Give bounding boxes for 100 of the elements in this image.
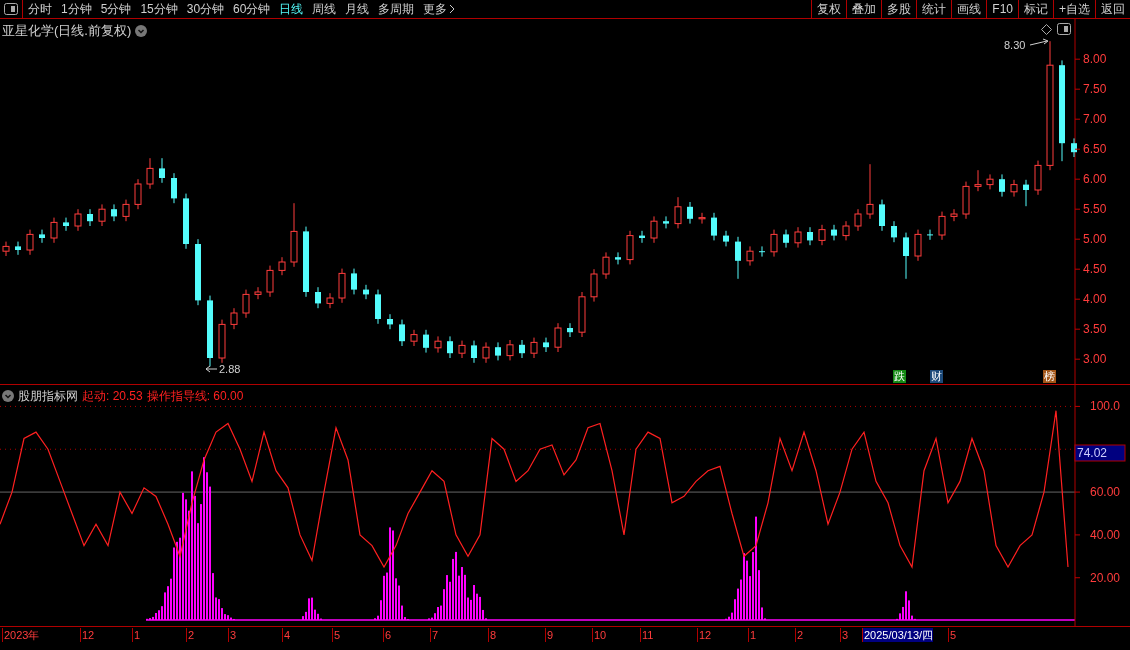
date-label: 12	[697, 628, 712, 642]
period-tab[interactable]: 日线	[279, 0, 304, 18]
event-badge[interactable]: 榜	[1043, 370, 1056, 383]
axis-label: 6.00	[1083, 172, 1107, 187]
candlestick	[50, 217, 58, 244]
indicator-reading: 操作指导线: 60.00	[146, 388, 244, 405]
candlestick	[387, 313, 393, 330]
candlestick	[146, 157, 154, 190]
period-tab[interactable]: 分时	[28, 0, 52, 18]
candlestick	[471, 340, 477, 364]
candlestick	[999, 173, 1005, 198]
date-label: 9	[545, 628, 554, 642]
candlestick	[230, 307, 238, 330]
candlestick	[26, 229, 34, 256]
candlestick	[519, 339, 525, 359]
date-label: 1	[132, 628, 141, 642]
date-label: 1	[748, 628, 757, 642]
candlestick	[278, 256, 286, 276]
axis-label: 5.00	[1083, 232, 1107, 247]
current-value-label: 74.02	[1074, 444, 1126, 462]
date-label: 3	[228, 628, 237, 642]
candlestick	[447, 335, 453, 359]
candlestick	[674, 196, 682, 229]
candlestick	[914, 229, 922, 262]
period-tab[interactable]: 30分钟	[186, 0, 225, 18]
candlestick	[98, 203, 106, 227]
candlestick	[842, 220, 850, 241]
date-label: 3	[840, 628, 849, 642]
candlestick	[254, 286, 262, 300]
candlestick	[770, 229, 778, 258]
date-label: 4	[282, 628, 291, 642]
indicator-name: 股朋指标网	[18, 388, 78, 405]
candlestick	[351, 268, 357, 295]
price-label: 8.30	[1004, 39, 1026, 51]
candlestick	[938, 211, 946, 241]
date-label: 11	[640, 628, 654, 642]
dropdown-icon[interactable]	[135, 24, 148, 37]
candlestick	[15, 241, 21, 256]
event-badge[interactable]: 跌	[893, 370, 906, 383]
candlestick	[134, 178, 142, 210]
candlestick	[242, 289, 250, 319]
candlestick	[854, 208, 862, 232]
axis-label: 8.00	[1083, 52, 1107, 67]
candlestick	[711, 212, 717, 241]
candlestick	[266, 265, 274, 298]
toolbar-button[interactable]: 返回	[1095, 0, 1130, 18]
panel-toggle-icon[interactable]	[1057, 23, 1071, 35]
period-tab[interactable]: 更多	[423, 0, 456, 18]
candlestick	[650, 215, 658, 244]
candlestick	[927, 229, 933, 241]
event-badge[interactable]: 财	[930, 370, 943, 383]
axis-label: 7.00	[1083, 112, 1107, 127]
candlestick	[831, 224, 837, 241]
period-tab[interactable]: 1分钟	[61, 0, 92, 18]
axis-label: 4.00	[1083, 292, 1107, 307]
leader-line	[205, 365, 218, 373]
axis-label: 3.50	[1083, 322, 1107, 337]
candlestick	[698, 212, 706, 225]
dropdown-icon[interactable]	[2, 390, 14, 402]
candlestick	[903, 232, 909, 280]
period-tab[interactable]: 周线	[312, 0, 337, 18]
toolbar-button[interactable]: 复权	[811, 0, 847, 18]
toolbar-button[interactable]: 标记	[1018, 0, 1053, 18]
period-tab[interactable]: 15分钟	[140, 0, 178, 18]
candlestick	[1023, 179, 1029, 207]
axis-label: 60.00	[1090, 485, 1121, 500]
toolbar-button[interactable]: 多股	[881, 0, 917, 18]
candlestick	[663, 215, 669, 229]
panel-toggle-icon[interactable]	[4, 3, 18, 15]
period-tab[interactable]: 5分钟	[100, 0, 132, 18]
period-tab[interactable]: 多周期	[378, 0, 415, 18]
date-label: 2	[186, 628, 195, 642]
candlestick	[567, 322, 573, 338]
period-tab[interactable]: 月线	[345, 0, 370, 18]
date-label: 10	[592, 628, 607, 642]
candlestick	[39, 229, 45, 244]
axis-label: 4.50	[1083, 262, 1107, 277]
candlestick	[759, 245, 765, 258]
toolbar-button[interactable]: 叠加	[846, 0, 882, 18]
diamond-icon[interactable]	[1041, 23, 1052, 35]
candlestick	[735, 236, 741, 280]
period-tab[interactable]: 60分钟	[233, 0, 271, 18]
toolbar-button[interactable]: 统计	[916, 0, 952, 18]
toolbar-button[interactable]: +自选	[1053, 0, 1095, 18]
candlestick	[1010, 179, 1018, 198]
chart-title: 亚星化学(日线.前复权)	[2, 22, 132, 40]
date-label: 5	[332, 628, 341, 642]
candlestick	[818, 224, 826, 246]
candlestick	[615, 251, 621, 265]
candlestick	[974, 169, 982, 192]
toolbar-button[interactable]: 画线	[951, 0, 987, 18]
axis-label: 3.00	[1083, 352, 1107, 367]
candlestick	[495, 341, 501, 361]
candlestick	[171, 172, 177, 204]
toolbar-button[interactable]: F10	[986, 0, 1018, 18]
candlestick	[794, 226, 802, 249]
axis-label: 6.50	[1083, 142, 1107, 157]
candlestick	[74, 208, 82, 232]
axis-label: 40.00	[1090, 527, 1121, 542]
axis-label: 100.0	[1090, 399, 1121, 414]
